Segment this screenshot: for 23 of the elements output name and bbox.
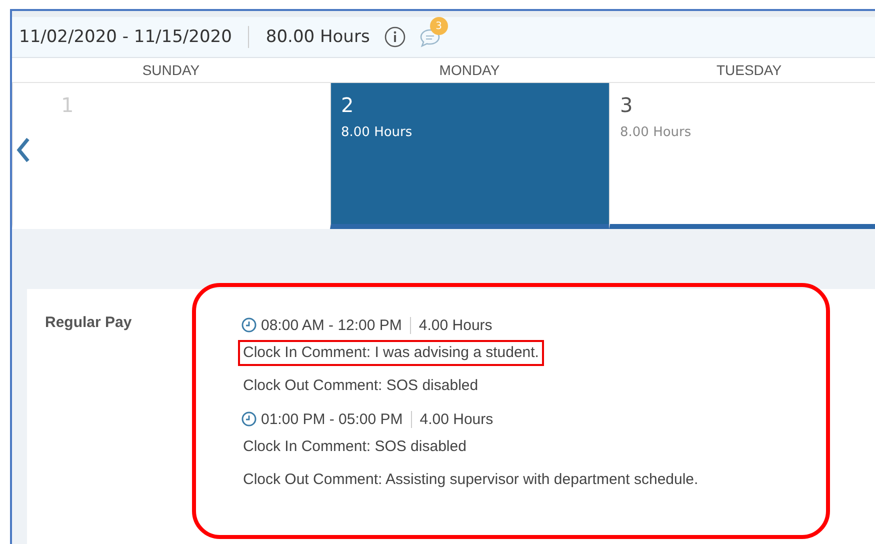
comment-text: Clock Out Comment: SOS disabled (242, 376, 480, 396)
pay-type-label: Regular Pay (45, 314, 133, 333)
day-number: 3 (620, 93, 633, 117)
pay-period: 11/02/2020 - 11/15/2020 (19, 26, 249, 48)
day-cell[interactable]: 3 8.00 Hours (609, 83, 875, 229)
entry-hours: 4.00 Hours (418, 316, 492, 334)
highlighted-comment: Clock In Comment: I was advising a student. (238, 340, 544, 366)
day-hours: 8.00 Hours (341, 125, 412, 140)
clock-icon (241, 317, 257, 333)
time-range: 08:00 AM - 12:00 PM (261, 316, 411, 334)
day-cell[interactable]: 2 8.00 Hours (330, 83, 609, 229)
entry-hours: 4.00 Hours (418, 410, 494, 428)
comment-text: Clock Out Comment: Assisting supervisor with department schedule. (242, 470, 700, 490)
day-header: TUESDAY (609, 58, 875, 83)
comment-count-badge: 3 (430, 17, 448, 35)
total-hours: 80.00 Hours (264, 27, 370, 47)
comment-text: Clock In Comment: SOS disabled (242, 437, 468, 457)
day-hours: 8.00 Hours (620, 125, 692, 140)
info-icon[interactable] (384, 26, 406, 48)
day-number: 2 (341, 93, 354, 117)
time-range: 01:00 PM - 05:00 PM (261, 410, 412, 428)
clock-icon (241, 411, 257, 427)
day-header: SUNDAY (12, 58, 330, 83)
